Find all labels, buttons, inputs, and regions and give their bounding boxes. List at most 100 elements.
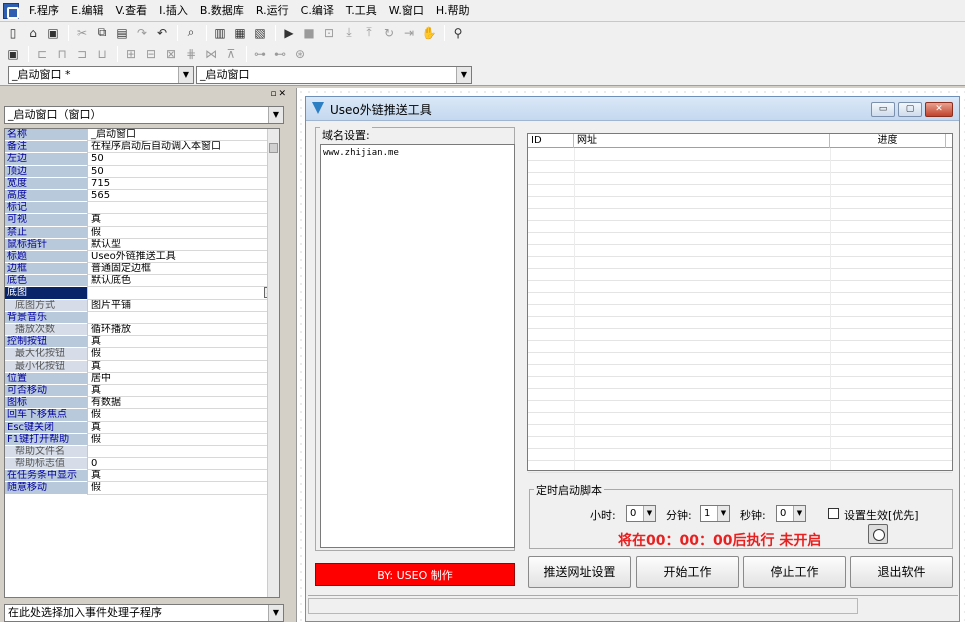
hour-select[interactable]: 0 ▼ [626,505,656,522]
close-button[interactable]: ✕ [925,102,953,117]
property-name[interactable]: 最小化按钮 [5,360,87,373]
property-name[interactable]: 禁止 [5,226,87,239]
column-id[interactable]: ID [528,134,574,148]
property-name[interactable]: 回车下移焦点 [5,409,87,422]
property-row[interactable]: 底色 默认底色 [5,275,279,288]
step-icon[interactable]: ⊡ [320,24,338,41]
same-size-icon[interactable]: ⊔ [93,45,111,62]
timer-clock-icon[interactable] [868,524,888,544]
property-name[interactable]: 帮助文件名 [5,445,87,459]
property-value[interactable]: 普通固定边框 [87,263,279,276]
property-name[interactable]: 底图方式 [5,299,87,312]
property-value[interactable] [87,445,279,459]
property-value[interactable]: 图片平铺 [87,299,279,312]
distribute-icon[interactable]: ⋕ [182,45,200,62]
step-into-icon[interactable]: ⤓ [340,24,358,41]
property-row[interactable]: 控制按钮真 [5,336,279,349]
panel-object-select[interactable]: _启动窗口（窗口） ▼ [4,106,284,124]
property-row[interactable]: 宽度 715 [5,177,279,190]
property-value[interactable]: 默认底色 [87,275,279,288]
property-name[interactable]: 宽度 [5,177,87,190]
designed-window[interactable]: Useo外链推送工具 ▭ ▢ ✕ 域名设置: www.zhijian.me ID… [305,96,960,622]
property-value[interactable]: Useo外链推送工具 [87,250,279,264]
exit-button[interactable]: 退出软件 [850,556,953,588]
space-icon[interactable]: ⋈ [202,45,220,62]
property-value[interactable] [87,202,279,215]
minimize-button[interactable]: ▭ [871,102,895,117]
property-value[interactable]: 循环播放 [87,324,279,337]
property-row[interactable]: 可否移动真 [5,384,279,398]
chevron-down-icon[interactable]: ▼ [268,605,283,621]
property-row[interactable]: 顶边 50 [5,165,279,178]
property-name[interactable]: 可视 [5,214,87,227]
menu-view[interactable]: V.查看 [110,0,154,22]
property-value[interactable]: 50 [87,153,279,166]
property-name[interactable]: 标记 [5,202,87,215]
menu-run[interactable]: R.运行 [250,0,295,22]
property-name[interactable]: 最大化按钮 [5,348,87,361]
url-list[interactable]: ID 网址 进度 [527,133,953,473]
property-row[interactable]: 背景音乐 [5,311,279,324]
property-row[interactable]: 标记 [5,202,279,215]
menu-compile[interactable]: C.编译 [295,0,340,22]
property-row[interactable]: 左边 50 [5,153,279,166]
property-name[interactable]: 名称 [5,129,87,142]
window-titlebar[interactable]: Useo外链推送工具 ▭ ▢ ✕ [306,97,959,121]
property-scrollbar[interactable] [267,129,279,597]
property-value[interactable]: 假 [87,482,279,495]
new-file-icon[interactable]: ▯ [4,24,22,41]
property-row[interactable]: 底图方式 图片平铺 [5,299,279,312]
binoculars-icon[interactable]: ⚲ [449,24,467,41]
grid-icon[interactable]: ⊞ [122,45,140,62]
property-row[interactable]: 最大化按钮假 [5,348,279,361]
find-icon[interactable]: ⌕ [182,24,200,41]
property-name[interactable]: 备注 [5,141,87,154]
chevron-down-icon[interactable]: ▼ [717,506,729,521]
property-row[interactable]: 帮助标志值 0 [5,458,279,471]
stop-work-button[interactable]: 停止工作 [743,556,846,588]
layout-icon[interactable]: ▥ [211,24,229,41]
panel-window-buttons[interactable]: ▫✕ [270,89,288,99]
menu-database[interactable]: B.数据库 [194,0,250,22]
property-row[interactable]: F1键打开帮助假 [5,433,279,446]
property-row[interactable]: 随意移动假 [5,482,279,495]
align-center-icon[interactable]: ⊓ [53,45,71,62]
property-name[interactable]: 帮助标志值 [5,458,87,471]
save-icon[interactable]: ▣ [44,24,62,41]
property-value[interactable]: 真 [87,336,279,349]
property-name[interactable]: 顶边 [5,165,87,178]
property-name[interactable]: 左边 [5,153,87,166]
menu-program[interactable]: F.程序 [23,0,65,22]
property-name[interactable]: 可否移动 [5,384,87,398]
tab-order-icon[interactable]: ⊷ [271,45,289,62]
property-row[interactable]: Esc键关闭真 [5,421,279,434]
property-row[interactable]: 播放次数 循环播放 [5,324,279,337]
property-name[interactable]: 边框 [5,263,87,276]
menu-tools[interactable]: T.工具 [340,0,383,22]
property-name[interactable]: 位置 [5,372,87,385]
run-to-cursor-icon[interactable]: ⇥ [400,24,418,41]
step-out-icon[interactable]: ⤒ [360,24,378,41]
property-name[interactable]: F1键打开帮助 [5,433,87,446]
form-icon[interactable]: ▣ [4,45,22,62]
property-row[interactable]: 可视真 [5,214,279,227]
redo-icon[interactable]: ↷ [133,24,151,41]
event-select[interactable]: 在此处选择加入事件处理子程序 ▼ [4,604,284,622]
property-name[interactable]: Esc键关闭 [5,421,87,434]
property-value[interactable]: 真 [87,384,279,398]
center-h-icon[interactable]: ⊟ [142,45,160,62]
align-left-icon[interactable]: ⊏ [33,45,51,62]
property-value[interactable]: 真 [87,360,279,373]
run-icon[interactable]: ▶ [280,24,298,41]
property-value[interactable]: 默认型 [87,238,279,251]
chevron-down-icon[interactable]: ▼ [793,506,805,521]
property-value[interactable]: 有数据 [87,397,279,410]
property-row[interactable]: 最小化按钮真 [5,360,279,373]
chevron-down-icon[interactable]: ▼ [456,67,471,83]
chevron-down-icon[interactable]: ▼ [178,67,193,83]
property-value[interactable] [87,287,279,300]
domain-textarea[interactable]: www.zhijian.me [320,144,515,548]
property-value[interactable]: 0 [87,458,279,471]
property-value[interactable]: 假 [87,226,279,239]
column-progress[interactable]: 进度 [830,134,946,148]
